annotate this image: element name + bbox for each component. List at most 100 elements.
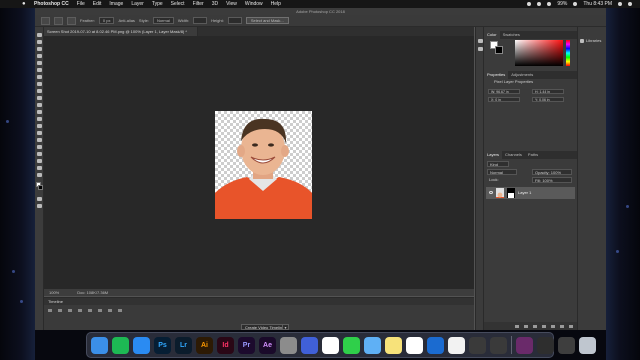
marquee-tool-preset-icon[interactable]	[41, 16, 50, 25]
eraser-tool-icon[interactable]	[37, 103, 42, 107]
feather-input[interactable]: 0 px	[98, 17, 115, 24]
layer-style-icon[interactable]	[524, 324, 528, 328]
menu-type[interactable]: Type	[152, 1, 163, 7]
lightroom-icon[interactable]: Lr	[175, 336, 192, 354]
history-brush-tool-icon[interactable]	[37, 96, 42, 100]
style-select[interactable]: Normal	[152, 17, 174, 24]
blend-mode-select[interactable]: Normal	[487, 169, 517, 175]
battery-icon[interactable]	[573, 2, 578, 6]
play-icon[interactable]	[68, 309, 72, 312]
prev-frame-icon[interactable]	[58, 309, 62, 312]
notification-icon[interactable]	[628, 2, 632, 6]
color-picker-field[interactable]	[515, 40, 563, 66]
opacity-field[interactable]: Opacity: 100%	[532, 169, 572, 175]
eyedropper-tool-icon[interactable]	[37, 68, 42, 72]
apple-icon[interactable]: ●	[22, 1, 28, 7]
layer-kind-filter[interactable]: Kind	[487, 161, 509, 167]
link-layers-icon[interactable]	[515, 324, 519, 328]
layer-mask-thumbnail[interactable]	[507, 188, 515, 198]
crop-tool-icon[interactable]	[37, 61, 42, 65]
messages-icon[interactable]	[343, 336, 360, 354]
system-preferences-icon[interactable]	[280, 336, 297, 354]
finder-face-icon[interactable]	[364, 336, 381, 354]
tab-channels[interactable]: Channels	[502, 151, 525, 159]
selection-mode-icon[interactable]	[54, 16, 63, 25]
battery-percent[interactable]: 99%	[557, 1, 567, 7]
tab-swatches[interactable]: Swatches	[500, 31, 523, 39]
menu-layer[interactable]: Layer	[131, 1, 144, 7]
menu-filter[interactable]: Filter	[193, 1, 204, 7]
edit-toolbar-icon[interactable]	[37, 173, 42, 177]
height-field[interactable]: H: 1.44 in	[532, 89, 564, 94]
notes-icon[interactable]	[385, 336, 402, 354]
tab-paths[interactable]: Paths	[525, 151, 541, 159]
photos-icon[interactable]	[406, 336, 423, 354]
delete-layer-icon[interactable]	[569, 324, 573, 328]
menu-window[interactable]: Window	[245, 1, 263, 7]
menu-app-name[interactable]: Photoshop CC	[34, 1, 69, 7]
move-tool-icon[interactable]	[37, 33, 42, 37]
lasso-tool-icon[interactable]	[37, 47, 42, 51]
hue-slider[interactable]	[566, 40, 570, 66]
tab-adjustments[interactable]: Adjustments	[508, 71, 536, 79]
settings-icon[interactable]	[98, 309, 102, 312]
menu-3d[interactable]: 3D	[212, 1, 218, 7]
new-layer-icon[interactable]	[560, 324, 564, 328]
document-tab[interactable]: Screen Shot 2019-07-10 at 8.02.46 PM.png…	[44, 27, 198, 36]
height-input[interactable]	[227, 17, 242, 24]
illustrator-icon[interactable]: Ai	[196, 336, 213, 354]
canvas-area[interactable]	[44, 36, 474, 289]
tab-properties[interactable]: Properties	[484, 71, 509, 79]
background-color-icon[interactable]	[38, 185, 43, 190]
healing-tool-icon[interactable]	[37, 75, 42, 79]
indesign-icon[interactable]: Id	[217, 336, 234, 354]
selection-mode-icon[interactable]	[67, 16, 76, 25]
menu-image[interactable]: Image	[109, 1, 123, 7]
after-effects-icon[interactable]: Ae	[259, 336, 276, 354]
x-field[interactable]: X: 0 in	[488, 97, 520, 102]
brush-panel-icon[interactable]	[478, 47, 483, 51]
marquee-tool-icon[interactable]	[37, 40, 42, 44]
select-and-mask-button[interactable]: Select and Mask...	[245, 17, 289, 24]
layer-name[interactable]: Layer 1	[518, 190, 531, 195]
screenshot-icon-3[interactable]	[537, 336, 554, 354]
doc-size[interactable]: Doc: 108K/7.36M	[77, 289, 108, 296]
history-panel-icon[interactable]	[478, 39, 483, 43]
tab-color[interactable]: Color	[484, 31, 500, 39]
menu-help[interactable]: Help	[271, 1, 281, 7]
quick-mask-icon[interactable]	[37, 197, 42, 201]
adjustment-layer-icon[interactable]	[542, 324, 546, 328]
screenshot-icon[interactable]	[469, 336, 486, 354]
screen-mode-icon[interactable]	[37, 204, 42, 208]
width-field[interactable]: W: 96.67 in	[488, 89, 520, 94]
slack-icon[interactable]	[322, 336, 339, 354]
menu-edit[interactable]: Edit	[93, 1, 102, 7]
brush-tool-icon[interactable]	[37, 82, 42, 86]
path-select-tool-icon[interactable]	[37, 145, 42, 149]
zoom-tool-icon[interactable]	[37, 166, 42, 170]
menu-view[interactable]: View	[226, 1, 237, 7]
add-mask-icon[interactable]	[533, 324, 537, 328]
audio-icon[interactable]	[88, 309, 92, 312]
libraries-tab[interactable]: Libraries	[580, 38, 601, 43]
width-input[interactable]	[193, 17, 208, 24]
layer-row[interactable]: Layer 1	[486, 187, 575, 199]
shape-tool-icon[interactable]	[37, 152, 42, 156]
type-tool-icon[interactable]	[37, 138, 42, 142]
new-group-icon[interactable]	[551, 324, 555, 328]
screenshot-icon-4[interactable]	[558, 336, 575, 354]
background-swatch[interactable]	[495, 46, 503, 54]
hand-tool-icon[interactable]	[37, 159, 42, 163]
quick-select-tool-icon[interactable]	[37, 54, 42, 58]
premiere-icon[interactable]: Pr	[238, 336, 255, 354]
screenshot-icon-2[interactable]	[490, 336, 507, 354]
trash-icon[interactable]	[579, 336, 596, 354]
transition-icon[interactable]	[118, 309, 122, 312]
split-icon[interactable]	[108, 309, 112, 312]
premiere-thumb-icon[interactable]	[516, 336, 533, 354]
menu-select[interactable]: Select	[171, 1, 185, 7]
next-frame-icon[interactable]	[78, 309, 82, 312]
spotify-icon[interactable]	[112, 336, 129, 354]
status-icon[interactable]	[537, 2, 542, 6]
y-field[interactable]: Y: 0.06 in	[532, 97, 564, 102]
